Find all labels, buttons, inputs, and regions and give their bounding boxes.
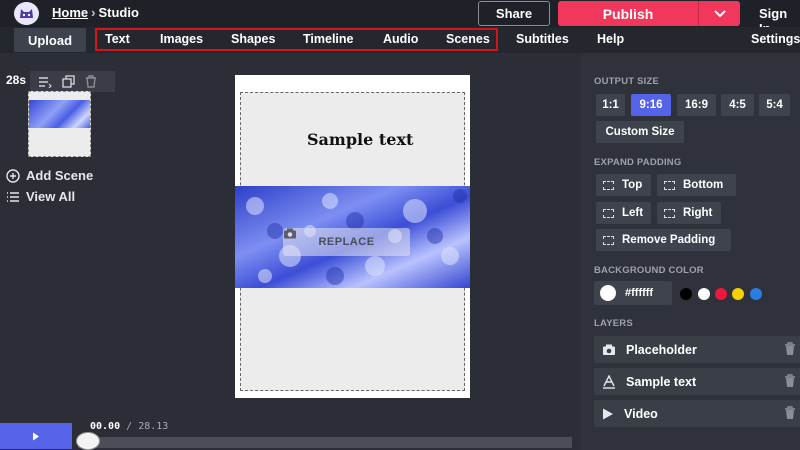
play-icon (33, 432, 39, 440)
padding-top-label: Top (622, 179, 643, 191)
trash-icon[interactable] (85, 75, 97, 88)
menu-item-scenes[interactable]: Scenes (446, 32, 490, 46)
background-color-value: #ffffff (625, 287, 654, 299)
image-placeholder-icon (603, 344, 615, 355)
menu-item-help[interactable]: Help (597, 32, 624, 46)
breadcrumb: Home › Studio (52, 5, 139, 20)
canvas-sample-text[interactable]: Sample text (307, 130, 413, 149)
size-16-9-button[interactable]: 16:9 (677, 94, 716, 116)
padding-icon (664, 180, 675, 190)
padding-icon (603, 235, 614, 245)
padding-top-button[interactable]: Top (596, 174, 651, 196)
top-header: Home›Studio Share Publish Sign In (0, 0, 800, 36)
padding-icon (603, 180, 614, 190)
padding-right-button[interactable]: Right (657, 202, 721, 224)
size-1-1-button[interactable]: 1:1 (596, 94, 625, 116)
timeline-scrubber-handle[interactable] (76, 432, 100, 450)
color-preset-red[interactable] (715, 288, 727, 300)
layer-item-video[interactable]: Video (594, 400, 800, 427)
duplicate-icon[interactable] (62, 75, 75, 88)
current-time: 00.00 (90, 421, 121, 432)
scene-thumbnail[interactable] (28, 91, 91, 157)
add-scene-button[interactable]: Add Scene (6, 168, 93, 183)
color-preset-blue[interactable] (750, 288, 762, 300)
color-preset-black[interactable] (680, 288, 692, 300)
menu-item-shapes[interactable]: Shapes (231, 32, 275, 46)
current-color-swatch (600, 285, 616, 301)
color-preset-yellow[interactable] (732, 288, 744, 300)
play-button[interactable] (0, 423, 72, 449)
breadcrumb-separator: › (91, 5, 96, 20)
text-icon (603, 374, 615, 389)
padding-bottom-label: Bottom (683, 179, 724, 191)
breadcrumb-current: Studio (98, 5, 139, 20)
time-separator: / (126, 421, 133, 432)
expand-padding-title: EXPAND PADDING (594, 157, 682, 168)
scene-options-icon[interactable] (38, 76, 52, 88)
menu-item-audio[interactable]: Audio (383, 32, 418, 46)
color-preset-white[interactable] (698, 288, 710, 300)
padding-left-button[interactable]: Left (596, 202, 651, 224)
background-color-picker[interactable]: #ffffff (594, 281, 672, 305)
view-all-button[interactable]: View All (6, 189, 75, 204)
layer-item-placeholder[interactable]: Placeholder (594, 336, 800, 363)
share-button[interactable]: Share (478, 1, 550, 26)
trash-icon[interactable] (784, 342, 796, 356)
padding-icon (603, 208, 614, 218)
trash-icon[interactable] (784, 406, 796, 420)
layers-title: LAYERS (594, 318, 633, 329)
app-logo-icon[interactable] (14, 2, 39, 25)
trash-icon[interactable] (784, 374, 796, 388)
list-icon (7, 191, 19, 202)
size-4-5-button[interactable]: 4:5 (721, 94, 754, 116)
remove-padding-button[interactable]: Remove Padding (596, 229, 731, 251)
size-5-4-button[interactable]: 5:4 (759, 94, 790, 116)
video-canvas[interactable]: Sample text REPLACE (235, 75, 470, 398)
menu-item-images[interactable]: Images (160, 32, 203, 46)
scene-toolbar (30, 71, 115, 92)
breadcrumb-home-link[interactable]: Home (52, 5, 88, 20)
chevron-down-icon (713, 9, 726, 17)
output-size-title: OUTPUT SIZE (594, 76, 660, 87)
menu-item-settings[interactable]: Settings (751, 32, 800, 46)
layer-label: Sample text (626, 374, 697, 389)
plus-circle-icon (6, 168, 20, 183)
view-all-label: View All (26, 189, 76, 204)
timeline-track[interactable] (78, 437, 572, 448)
scene-thumbnail-image (29, 100, 90, 128)
custom-size-button[interactable]: Custom Size (596, 121, 684, 143)
total-time: 28.13 (138, 421, 169, 432)
scene-duration: 28s (6, 73, 27, 87)
padding-left-label: Left (622, 207, 644, 219)
layer-item-sample-text[interactable]: Sample text (594, 368, 800, 395)
publish-button[interactable]: Publish (558, 1, 698, 26)
background-color-title: BACKGROUND COLOR (594, 265, 704, 276)
remove-padding-label: Remove Padding (622, 234, 716, 246)
upload-button[interactable]: Upload (14, 28, 86, 52)
publish-options-button[interactable] (698, 1, 740, 26)
padding-right-label: Right (683, 207, 713, 219)
replace-label: REPLACE (318, 236, 375, 248)
play-icon (603, 408, 613, 419)
camera-icon (284, 228, 296, 239)
menu-item-timeline[interactable]: Timeline (303, 32, 353, 46)
time-readout: 00.00 / 28.13 (90, 421, 168, 432)
padding-icon (664, 208, 675, 218)
canvas-placeholder-image[interactable]: REPLACE (235, 186, 470, 288)
size-9-16-button[interactable]: 9:16 (631, 94, 671, 116)
layer-label: Video (624, 406, 658, 421)
menu-item-text[interactable]: Text (105, 32, 130, 46)
layer-label: Placeholder (626, 342, 697, 357)
add-scene-label: Add Scene (26, 168, 94, 183)
menu-item-subtitles[interactable]: Subtitles (516, 32, 569, 46)
replace-image-button[interactable]: REPLACE (283, 228, 410, 256)
padding-bottom-button[interactable]: Bottom (657, 174, 736, 196)
